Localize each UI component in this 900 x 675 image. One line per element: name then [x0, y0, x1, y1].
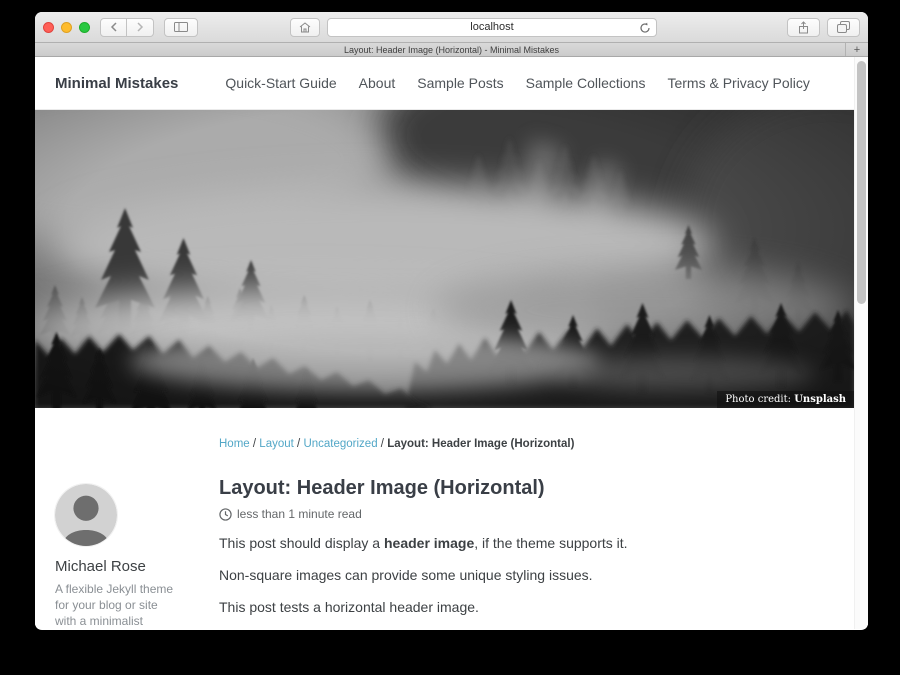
clock-icon [219, 508, 232, 521]
sidebar-toggle-button[interactable] [164, 18, 198, 37]
home-icon [299, 22, 311, 33]
author-bio: A flexible Jekyll theme for your blog or… [55, 581, 175, 629]
avatar [55, 484, 117, 546]
history-nav-group [100, 18, 154, 37]
header-image: Photo credit: Unsplash [35, 110, 854, 408]
breadcrumb-current: Layout: Header Image (Horizontal) [387, 438, 574, 450]
nav-item-terms-privacy[interactable]: Terms & Privacy Policy [667, 75, 809, 91]
chevron-right-icon [136, 22, 144, 32]
paragraph: This post tests a horizontal header imag… [219, 599, 848, 616]
browser-window: localhost Layout: Header Image (Horizont… [35, 12, 868, 630]
photo-credit: Photo credit: Unsplash [717, 391, 854, 408]
foggy-forest-illustration [35, 110, 854, 408]
back-button[interactable] [100, 18, 127, 37]
primary-nav: Quick-Start Guide About Sample Posts Sam… [225, 75, 809, 91]
page-content: Michael Rose A flexible Jekyll theme for… [35, 408, 868, 629]
paragraph-bold-text: header image [384, 535, 474, 551]
site-title-link[interactable]: Minimal Mistakes [55, 75, 178, 92]
nav-item-sample-collections[interactable]: Sample Collections [526, 75, 646, 91]
breadcrumb: Home / Layout / Uncategorized / Layout: … [219, 438, 848, 450]
page-meta: less than 1 minute read [219, 507, 848, 521]
article-body: This post should display a header image,… [219, 535, 848, 616]
author-name: Michael Rose [55, 558, 205, 575]
page-viewport: Minimal Mistakes Quick-Start Guide About… [35, 57, 868, 629]
address-bar-url: localhost [470, 21, 513, 33]
breadcrumb-link-uncategorized[interactable]: Uncategorized [303, 438, 377, 450]
read-time: less than 1 minute read [237, 507, 362, 521]
breadcrumb-link-home[interactable]: Home [219, 438, 250, 450]
page-title: Layout: Header Image (Horizontal) [219, 476, 848, 500]
tab-bar: Layout: Header Image (Horizontal) - Mini… [35, 43, 868, 57]
active-tab[interactable]: Layout: Header Image (Horizontal) - Mini… [35, 45, 868, 55]
paragraph-text: This post should display a [219, 535, 384, 551]
tabs-icon [837, 21, 850, 33]
browser-toolbar: localhost [35, 12, 868, 43]
paragraph-text: , if the theme supports it. [474, 535, 627, 551]
nav-item-about[interactable]: About [359, 75, 396, 91]
show-tabs-button[interactable] [827, 18, 860, 37]
share-icon [798, 21, 809, 34]
article-column: Home / Layout / Uncategorized / Layout: … [219, 408, 848, 629]
address-bar[interactable]: localhost [327, 18, 657, 37]
forward-button[interactable] [127, 18, 154, 37]
refresh-icon[interactable] [639, 22, 651, 34]
nav-item-sample-posts[interactable]: Sample Posts [417, 75, 503, 91]
scrollbar-thumb[interactable] [857, 61, 866, 304]
breadcrumb-link-layout[interactable]: Layout [259, 438, 294, 450]
home-button[interactable] [290, 18, 320, 37]
chevron-left-icon [110, 22, 118, 32]
share-button[interactable] [787, 18, 820, 37]
photo-credit-label: Photo credit: [725, 394, 794, 405]
site-masthead: Minimal Mistakes Quick-Start Guide About… [35, 57, 868, 110]
close-window-button[interactable] [43, 22, 54, 33]
new-tab-button[interactable]: + [845, 43, 868, 56]
breadcrumb-separator: / [381, 438, 384, 450]
sidebar-icon [174, 22, 188, 32]
paragraph: Non-square images can provide some uniqu… [219, 567, 848, 584]
breadcrumb-separator: / [253, 438, 256, 450]
zoom-window-button[interactable] [79, 22, 90, 33]
photo-credit-source: Unsplash [794, 394, 846, 405]
window-controls [43, 22, 90, 33]
page-scrollbar[interactable] [854, 57, 868, 629]
minimize-window-button[interactable] [61, 22, 72, 33]
nav-item-quick-start-guide[interactable]: Quick-Start Guide [225, 75, 336, 91]
breadcrumb-separator: / [297, 438, 300, 450]
person-silhouette-icon [55, 484, 117, 546]
author-sidebar: Michael Rose A flexible Jekyll theme for… [55, 408, 205, 629]
paragraph: This post should display a header image,… [219, 535, 848, 552]
